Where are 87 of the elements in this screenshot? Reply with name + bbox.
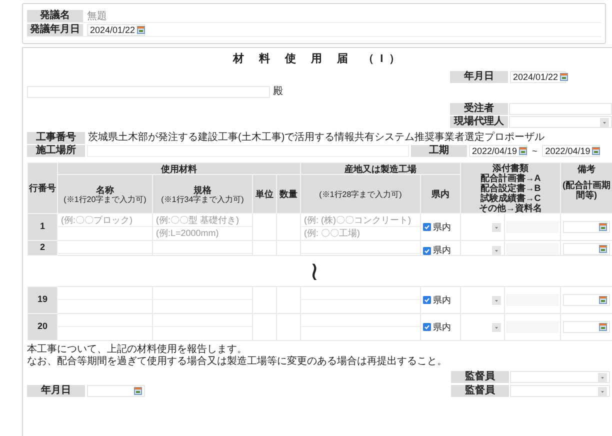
field-label: 工事番号 xyxy=(27,132,85,144)
column-header: 添付書類 xyxy=(492,163,530,173)
column-header: 単位 xyxy=(252,174,276,214)
dropdown-field[interactable] xyxy=(509,116,612,128)
contractor-field[interactable] xyxy=(509,103,612,115)
field-label: 受注者 xyxy=(450,103,508,115)
field-label: 発議年月日 xyxy=(27,24,83,36)
dropdown-caret-icon[interactable] xyxy=(492,246,501,255)
row-number: 2 xyxy=(40,242,45,252)
note-text: なお、配合等期間を過ぎて使用する場合又は製造工場等に変更のある場合は再提出すること。 xyxy=(27,356,448,367)
column-header: 使用材料 xyxy=(58,162,300,174)
checkbox-label: 県内 xyxy=(433,322,451,332)
spec-field[interactable]: (例:〇〇型 基礎付き) xyxy=(153,214,252,227)
checkbox-label: 県内 xyxy=(433,296,451,304)
calendar-icon[interactable] xyxy=(519,147,528,155)
form-title: 材 料 使 用 届 （I） xyxy=(232,54,408,65)
dropdown-field[interactable] xyxy=(510,385,610,397)
dropdown-field[interactable] xyxy=(510,371,610,383)
column-header: 名称 xyxy=(95,184,115,194)
calendar-icon[interactable] xyxy=(592,147,600,155)
calendar-icon[interactable] xyxy=(137,26,146,34)
dropdown-caret-icon[interactable] xyxy=(492,322,501,332)
calendar-icon[interactable] xyxy=(599,323,607,331)
break-mark: ≀ xyxy=(310,258,320,284)
field-label: 施工場所 xyxy=(27,145,85,157)
dropdown-caret-icon[interactable] xyxy=(492,296,501,304)
origin-field[interactable]: (例: (株)〇〇コンクリート) xyxy=(301,214,420,227)
note-text: 本工事について、上記の材料使用を報告します。 xyxy=(27,344,248,355)
date-field[interactable] xyxy=(563,294,610,306)
column-header: 規格 xyxy=(192,184,212,194)
field-label: 工期 xyxy=(411,145,467,157)
checkbox[interactable] xyxy=(423,323,431,331)
date-value: 2024/01/22 xyxy=(513,72,558,82)
calendar-icon[interactable] xyxy=(599,245,607,253)
field-label: 年月日 xyxy=(27,385,85,397)
column-header: 行番号 xyxy=(28,162,58,214)
column-note: 配合計画書→A xyxy=(479,173,542,183)
date-field[interactable]: 2024/01/22 xyxy=(510,71,566,83)
column-note: (※1行28字まで入力可) xyxy=(318,190,403,198)
column-note: 配合設定書→B xyxy=(479,183,542,193)
spec-field[interactable]: (例:L=2000mm) xyxy=(153,227,252,240)
column-note: (※1行34字まで入力可) xyxy=(160,194,245,204)
date-field[interactable]: 2022/04/19 xyxy=(542,145,600,157)
column-note: 試験成績書→C xyxy=(479,193,542,203)
origin-field[interactable]: (例: 〇〇工場) xyxy=(301,227,420,240)
row-number: 1 xyxy=(40,221,45,232)
date-value: 2022/04/19 xyxy=(545,146,590,156)
date-value: 2024/01/22 xyxy=(90,26,136,34)
calendar-icon[interactable] xyxy=(599,223,607,231)
field-label: 年月日 xyxy=(450,71,508,83)
column-header: 県内 xyxy=(420,174,460,214)
field-label: 監督員 xyxy=(451,385,509,397)
column-note: (※1行20字まで入力可) xyxy=(62,194,148,204)
checkbox-label: 県内 xyxy=(433,246,451,255)
date-field[interactable]: 2024/01/22 xyxy=(87,24,145,36)
date-field[interactable]: 2022/04/19 xyxy=(469,145,527,157)
column-header: 数量 xyxy=(276,174,300,214)
period-separator: ~ xyxy=(532,146,538,156)
calendar-icon[interactable] xyxy=(599,296,607,304)
checkbox[interactable] xyxy=(423,246,431,254)
dropdown-caret-icon[interactable] xyxy=(598,372,607,382)
addressee-field[interactable] xyxy=(27,86,270,98)
column-note: その他→資料名 xyxy=(478,203,543,213)
checkbox-label: 県内 xyxy=(433,222,451,232)
row-number: 20 xyxy=(37,321,48,332)
date-field[interactable] xyxy=(563,243,610,255)
date-field[interactable] xyxy=(87,385,145,397)
project-name: 茨城県土木部が発注する建設工事(土木工事)で活用する情報共有システム推奨事業者選定プロポーザル xyxy=(88,133,545,143)
column-header: 産地又は製造工場 xyxy=(300,162,460,174)
date-value: 2022/04/19 xyxy=(472,146,518,156)
text-input[interactable]: 無題 xyxy=(87,10,567,22)
column-header: 備考 xyxy=(576,164,596,174)
date-field[interactable] xyxy=(563,221,610,233)
calendar-icon[interactable] xyxy=(134,387,142,395)
dropdown-caret-icon[interactable] xyxy=(492,222,501,232)
field-label: 監督員 xyxy=(451,371,509,383)
addressee-suffix: 殿 xyxy=(273,87,283,97)
date-field[interactable] xyxy=(563,321,610,333)
column-note: (配合計画期間等) xyxy=(562,180,612,200)
dropdown-caret-icon[interactable] xyxy=(598,386,607,396)
field-label: 発議名 xyxy=(27,10,83,22)
checkbox[interactable] xyxy=(423,296,431,304)
calendar-icon[interactable] xyxy=(560,73,568,81)
dropdown-caret-icon[interactable] xyxy=(600,118,609,126)
checkbox[interactable] xyxy=(423,223,431,231)
row-number: 19 xyxy=(37,294,48,304)
field-label: 現場代理人 xyxy=(450,116,508,128)
